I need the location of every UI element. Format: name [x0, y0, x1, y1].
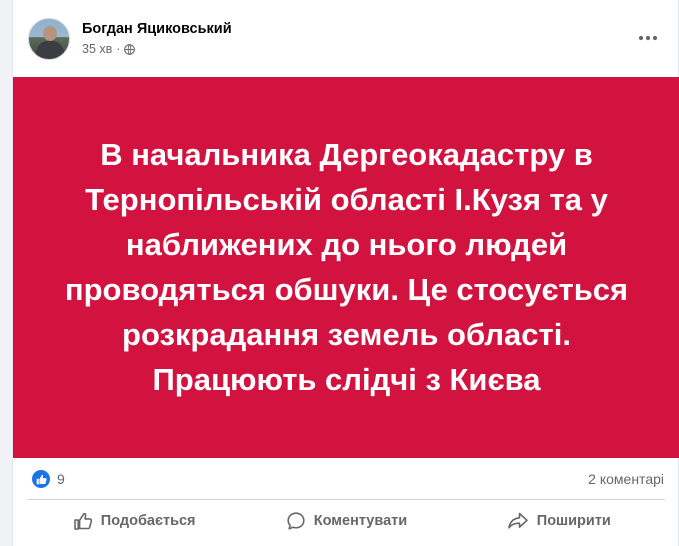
like-reaction-icon[interactable]: [32, 470, 50, 488]
banner-text: В начальника Дергеокадастру в Тернопільс…: [64, 136, 629, 397]
share-button-label: Поширити: [536, 513, 611, 529]
post-header: Богдан Яциковський 35 хв ·: [13, 0, 679, 76]
comment-button-label: Коментувати: [313, 513, 408, 529]
share-icon: [507, 512, 528, 529]
divider: [28, 499, 665, 500]
post-card: Богдан Яциковський 35 хв · В начальника …: [12, 0, 679, 546]
meta-separator: ·: [116, 42, 121, 56]
comment-button[interactable]: Коментувати: [240, 503, 452, 539]
post-banner[interactable]: В начальника Дергеокадастру в Тернопільс…: [13, 77, 679, 458]
comment-count[interactable]: 2 коментарі: [588, 471, 664, 487]
author-name[interactable]: Богдан Яциковський: [82, 21, 232, 37]
post-time[interactable]: 35 хв: [82, 42, 112, 56]
like-button[interactable]: Подобається: [28, 503, 240, 539]
like-count[interactable]: 9: [57, 471, 65, 487]
avatar[interactable]: [28, 18, 70, 60]
post-meta: 35 хв ·: [82, 42, 136, 56]
like-button-label: Подобається: [100, 513, 196, 529]
post-stats: 9 2 коментарі: [13, 458, 679, 500]
more-options-icon[interactable]: [633, 26, 663, 50]
comment-icon: [287, 512, 305, 530]
thumbs-up-icon: [73, 512, 92, 530]
action-bar: Подобається Коментувати Поширити: [28, 503, 665, 539]
globe-icon[interactable]: [124, 43, 136, 55]
share-button[interactable]: Поширити: [453, 503, 665, 539]
